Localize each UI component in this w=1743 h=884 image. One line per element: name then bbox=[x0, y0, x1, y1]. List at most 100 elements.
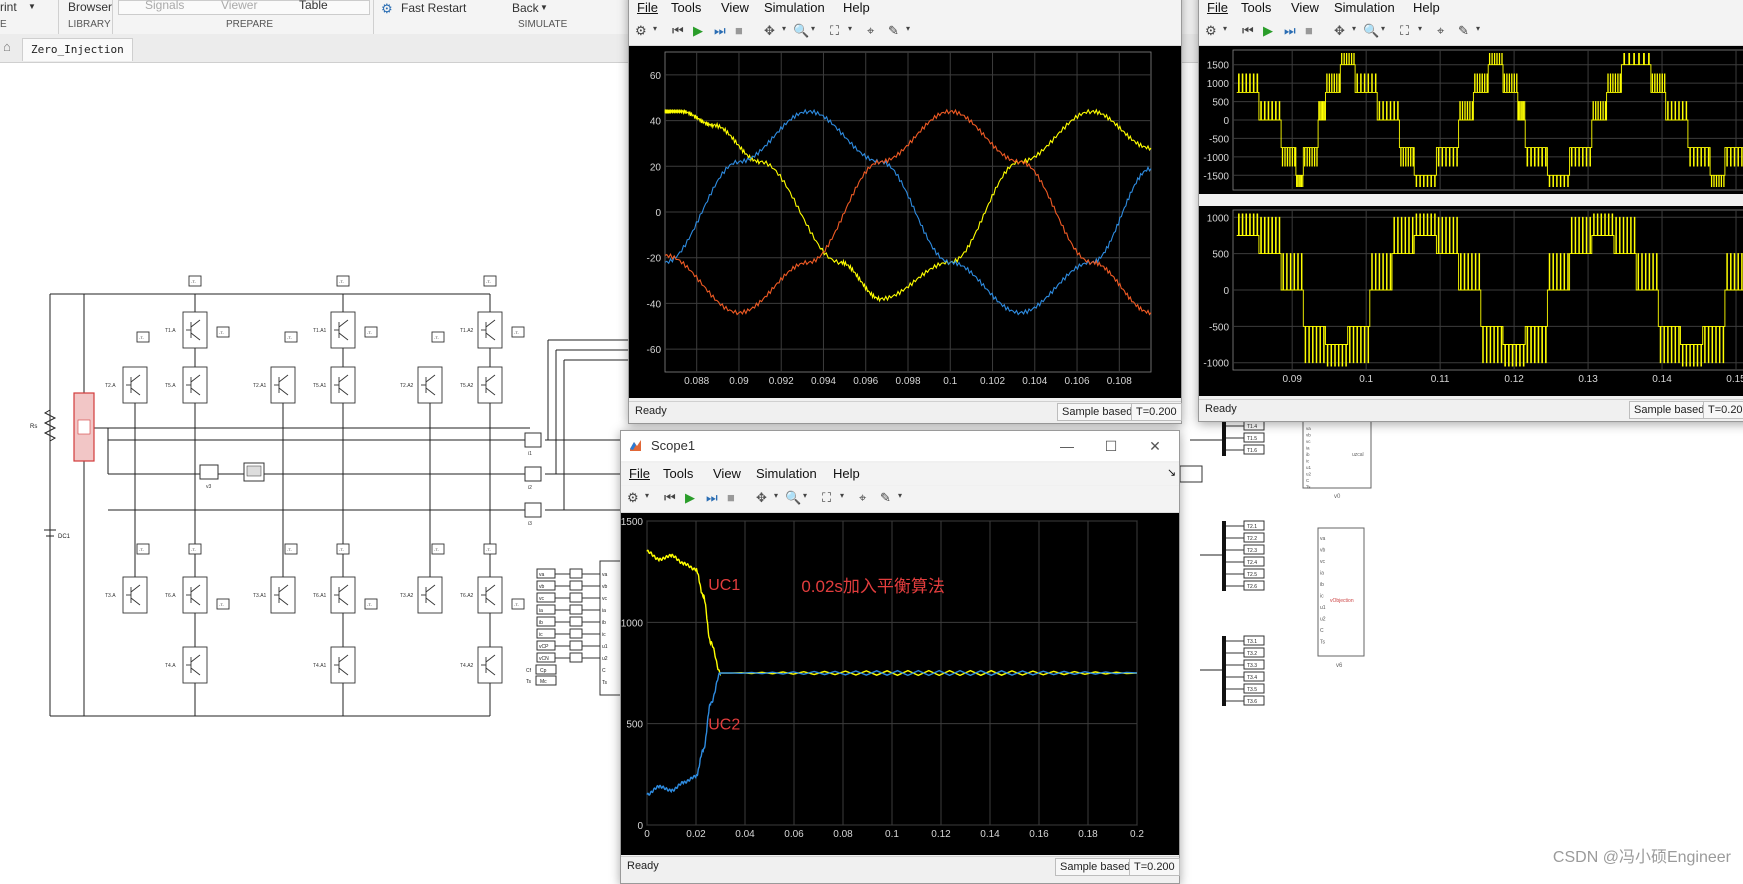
prepare-gallery[interactable]: Signals Viewer Table bbox=[118, 0, 370, 15]
zoh-block[interactable] bbox=[569, 580, 583, 591]
zoh-block[interactable] bbox=[569, 616, 583, 627]
signals-button[interactable]: Signals bbox=[145, 0, 184, 12]
zoom-icon[interactable]: 🔍 bbox=[785, 490, 801, 506]
style-icon[interactable]: ✎ bbox=[888, 23, 904, 39]
igbt-block[interactable] bbox=[330, 366, 356, 404]
igbt-block[interactable] bbox=[330, 576, 356, 614]
zoom-icon[interactable]: 🔍 bbox=[1363, 23, 1379, 39]
chevron-down-icon[interactable]: ▾ bbox=[1418, 24, 1422, 33]
chevron-down-icon[interactable]: ▾ bbox=[840, 491, 844, 500]
print-button[interactable]: rint bbox=[0, 0, 17, 14]
igbt-block[interactable] bbox=[122, 366, 148, 404]
chevron-down-icon[interactable]: ▾ bbox=[645, 491, 649, 500]
home-icon[interactable]: ⌂ bbox=[3, 39, 11, 54]
zoh-block[interactable] bbox=[569, 568, 583, 579]
stop-icon[interactable]: ■ bbox=[727, 490, 743, 506]
menu-help[interactable]: Help bbox=[843, 0, 870, 15]
igbt-block[interactable] bbox=[417, 576, 443, 614]
igbt-block[interactable] bbox=[477, 366, 503, 404]
menu-help[interactable]: Help bbox=[833, 466, 860, 481]
zoh-block[interactable] bbox=[569, 652, 583, 663]
current-meter-i2[interactable] bbox=[524, 466, 542, 482]
igbt-block[interactable] bbox=[122, 576, 148, 614]
menu-file[interactable]: File bbox=[637, 0, 658, 15]
chevron-down-icon[interactable]: ▾ bbox=[906, 24, 910, 33]
menu-simulation[interactable]: Simulation bbox=[756, 466, 817, 481]
chevron-down-icon[interactable]: ▾ bbox=[1476, 24, 1480, 33]
igbt-block[interactable] bbox=[330, 311, 356, 349]
igbt-block[interactable] bbox=[182, 576, 208, 614]
settings-icon[interactable]: ⚙ bbox=[627, 490, 643, 506]
current-meter-i1[interactable] bbox=[524, 432, 542, 448]
chevron-down-icon[interactable]: ▼ bbox=[28, 2, 36, 11]
fast-restart-button[interactable]: Fast Restart bbox=[401, 1, 466, 15]
step-forward-icon[interactable]: ⏭ bbox=[1284, 23, 1300, 39]
chevron-down-icon[interactable]: ▾ bbox=[782, 24, 786, 33]
zoh-block[interactable] bbox=[569, 628, 583, 639]
highlight-icon[interactable]: ✥ bbox=[764, 23, 780, 39]
settings-icon[interactable]: ⚙ bbox=[635, 23, 651, 39]
highlight-icon[interactable]: ✥ bbox=[1334, 23, 1350, 39]
voltage-meter-v3[interactable] bbox=[199, 464, 219, 480]
menu-help[interactable]: Help bbox=[1413, 0, 1440, 15]
demux-bar[interactable] bbox=[1222, 420, 1226, 456]
igbt-block[interactable] bbox=[270, 366, 296, 404]
chevron-down-icon[interactable]: ▾ bbox=[653, 24, 657, 33]
demux-bar[interactable] bbox=[1222, 636, 1226, 706]
display-block[interactable] bbox=[1179, 465, 1203, 483]
step-forward-icon[interactable]: ⏭ bbox=[706, 490, 722, 506]
igbt-block[interactable] bbox=[182, 646, 208, 684]
igbt-block[interactable] bbox=[182, 366, 208, 404]
igbt-block[interactable] bbox=[182, 311, 208, 349]
cursor-icon[interactable]: ⌖ bbox=[1437, 23, 1453, 39]
chevron-down-icon[interactable]: ▾ bbox=[1223, 24, 1227, 33]
igbt-block[interactable] bbox=[477, 576, 503, 614]
demux-bar[interactable] bbox=[1222, 521, 1226, 591]
rewind-icon[interactable]: ⏮ bbox=[672, 23, 688, 39]
chevron-down-icon[interactable]: ▼ bbox=[540, 3, 548, 12]
minimize-button[interactable]: — bbox=[1057, 436, 1077, 456]
menu-simulation[interactable]: Simulation bbox=[764, 0, 825, 15]
step-forward-icon[interactable]: ⏭ bbox=[714, 23, 730, 39]
zoh-block[interactable] bbox=[569, 604, 583, 615]
zoh-block[interactable] bbox=[569, 592, 583, 603]
undock-icon[interactable]: ↘ bbox=[1167, 466, 1176, 479]
run-icon[interactable]: ▶ bbox=[1263, 23, 1279, 39]
chevron-down-icon[interactable]: ▾ bbox=[774, 491, 778, 500]
fit-icon[interactable]: ⛶ bbox=[830, 23, 846, 39]
stop-icon[interactable]: ■ bbox=[735, 23, 751, 39]
run-icon[interactable]: ▶ bbox=[693, 23, 709, 39]
menu-tools[interactable]: Tools bbox=[671, 0, 701, 15]
igbt-block[interactable] bbox=[330, 646, 356, 684]
step-back-button[interactable]: Back bbox=[512, 1, 539, 15]
menu-file[interactable]: File bbox=[1207, 0, 1228, 15]
menu-view[interactable]: View bbox=[721, 0, 749, 15]
chevron-down-icon[interactable]: ▾ bbox=[1381, 24, 1385, 33]
close-button[interactable]: ✕ bbox=[1145, 436, 1165, 456]
cursor-icon[interactable]: ⌖ bbox=[867, 23, 883, 39]
igbt-block[interactable] bbox=[270, 576, 296, 614]
zoom-icon[interactable]: 🔍 bbox=[793, 23, 809, 39]
current-meter-i3[interactable] bbox=[524, 502, 542, 518]
fit-icon[interactable]: ⛶ bbox=[822, 490, 838, 506]
settings-icon[interactable]: ⚙ bbox=[1205, 23, 1221, 39]
library-browser-button[interactable]: Browser bbox=[68, 0, 112, 14]
menu-view[interactable]: View bbox=[1291, 0, 1319, 15]
menu-tools[interactable]: Tools bbox=[663, 466, 693, 481]
fit-icon[interactable]: ⛶ bbox=[1400, 23, 1416, 39]
rewind-icon[interactable]: ⏮ bbox=[664, 490, 680, 506]
stop-icon[interactable]: ■ bbox=[1305, 23, 1321, 39]
table-button[interactable]: Table bbox=[299, 0, 328, 12]
viewer-button[interactable]: Viewer bbox=[221, 0, 257, 12]
menu-file[interactable]: File bbox=[629, 466, 650, 481]
rewind-icon[interactable]: ⏮ bbox=[1242, 23, 1258, 39]
tab-zero-injection[interactable]: Zero_Injection bbox=[22, 38, 133, 61]
chevron-down-icon[interactable]: ▾ bbox=[811, 24, 815, 33]
chevron-down-icon[interactable]: ▾ bbox=[1352, 24, 1356, 33]
maximize-button[interactable]: ☐ bbox=[1101, 436, 1121, 456]
chevron-down-icon[interactable]: ▾ bbox=[803, 491, 807, 500]
igbt-block[interactable] bbox=[477, 311, 503, 349]
menu-view[interactable]: View bbox=[713, 466, 741, 481]
menu-simulation[interactable]: Simulation bbox=[1334, 0, 1395, 15]
chevron-down-icon[interactable]: ▾ bbox=[848, 24, 852, 33]
